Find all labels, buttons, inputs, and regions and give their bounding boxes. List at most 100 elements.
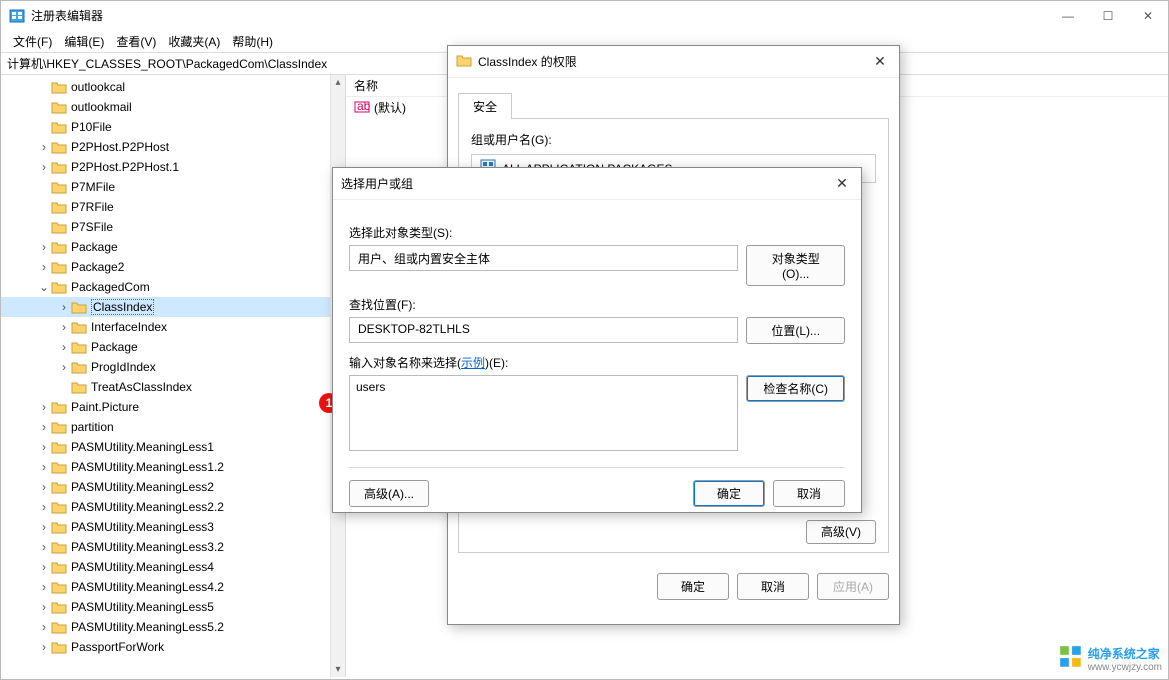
folder-icon [456, 52, 472, 71]
expand-icon[interactable]: › [37, 420, 51, 434]
tree-item-p2phost-p2phost[interactable]: › P2PHost.P2PHost [1, 137, 345, 157]
folder-icon [51, 139, 67, 155]
expand-icon[interactable]: › [37, 500, 51, 514]
check-names-button[interactable]: 检查名称(C) [746, 375, 845, 402]
locations-button[interactable]: 位置(L)... [746, 317, 845, 344]
menu-file[interactable]: 文件(F) [7, 31, 58, 52]
tree-item-package2[interactable]: › Package2 [1, 257, 345, 277]
tab-security[interactable]: 安全 [458, 93, 512, 119]
close-button[interactable]: ✕ [1128, 1, 1168, 30]
tree-item-paint-picture[interactable]: ›Paint.Picture [1, 397, 345, 417]
expand-icon[interactable]: › [37, 480, 51, 494]
expand-icon[interactable]: › [37, 580, 51, 594]
tree-item-label: ProgIdIndex [91, 360, 156, 374]
tree-item-p2phost-p2phost-1[interactable]: › P2PHost.P2PHost.1 [1, 157, 345, 177]
maximize-button[interactable]: ☐ [1088, 1, 1128, 30]
tree-item-label: PASMUtility.MeaningLess4 [71, 560, 214, 574]
tree-item-treatasclassindex[interactable]: TreatAsClassIndex [1, 377, 345, 397]
expand-icon[interactable]: › [37, 160, 51, 174]
location-label: 查找位置(F): [349, 296, 845, 313]
object-type-label: 选择此对象类型(S): [349, 224, 845, 241]
expand-icon[interactable]: › [37, 240, 51, 254]
tree-item-partition[interactable]: ›partition [1, 417, 345, 437]
folder-icon [51, 259, 67, 275]
expand-icon[interactable]: › [37, 440, 51, 454]
expand-icon[interactable]: › [57, 360, 71, 374]
tree-item-p10file[interactable]: P10File [1, 117, 345, 137]
tree-item-outlookmail[interactable]: outlookmail [1, 97, 345, 117]
tree-item-label: P2PHost.P2PHost.1 [71, 160, 179, 174]
tree-item-label: P2PHost.P2PHost [71, 140, 169, 154]
tree-item-packagedcom[interactable]: ⌄ PackagedCom [1, 277, 345, 297]
select-advanced-button[interactable]: 高级(A)... [349, 480, 429, 507]
tree-item-classindex[interactable]: › ClassIndex [1, 297, 345, 317]
tree-item-progidindex[interactable]: › ProgIdIndex [1, 357, 345, 377]
select-cancel-button[interactable]: 取消 [773, 480, 845, 507]
tree-item-pasmutility-meaningless4-2[interactable]: ›PASMUtility.MeaningLess4.2 [1, 577, 345, 597]
expand-icon[interactable]: › [37, 140, 51, 154]
tree-item-p7rfile[interactable]: P7RFile [1, 197, 345, 217]
folder-icon [51, 579, 67, 595]
tree-item-label: PASMUtility.MeaningLess2.2 [71, 500, 224, 514]
tree-item-package[interactable]: › Package [1, 337, 345, 357]
tree-item-p7sfile[interactable]: P7SFile [1, 217, 345, 237]
tree-item-pasmutility-meaningless3[interactable]: ›PASMUtility.MeaningLess3 [1, 517, 345, 537]
folder-icon [51, 279, 67, 295]
expand-icon[interactable]: ⌄ [37, 280, 51, 294]
menu-view[interactable]: 查看(V) [110, 31, 162, 52]
expand-icon[interactable]: › [37, 540, 51, 554]
expand-icon[interactable]: › [37, 620, 51, 634]
tree-item-label: PASMUtility.MeaningLess1 [71, 440, 214, 454]
tree-item-label: PackagedCom [71, 280, 150, 294]
minimize-button[interactable]: — [1048, 1, 1088, 30]
tree-item-p7mfile[interactable]: P7MFile [1, 177, 345, 197]
tree-item-pasmutility-meaningless5-2[interactable]: ›PASMUtility.MeaningLess5.2 [1, 617, 345, 637]
tree-item-package[interactable]: ›Package [1, 237, 345, 257]
expand-icon[interactable]: › [37, 260, 51, 274]
example-link[interactable]: 示例 [461, 356, 485, 370]
expand-icon[interactable]: › [37, 600, 51, 614]
tree-item-pasmutility-meaningless5[interactable]: ›PASMUtility.MeaningLess5 [1, 597, 345, 617]
tree-item-pasmutility-meaningless3-2[interactable]: ›PASMUtility.MeaningLess3.2 [1, 537, 345, 557]
object-names-input[interactable]: users [349, 375, 738, 451]
expand-icon[interactable]: › [57, 300, 71, 314]
folder-icon [51, 159, 67, 175]
tree-item-pasmutility-meaningless2[interactable]: ›PASMUtility.MeaningLess2 [1, 477, 345, 497]
menu-edit[interactable]: 编辑(E) [58, 31, 110, 52]
tree-item-label: ClassIndex [91, 299, 154, 315]
tree-item-label: PassportForWork [71, 640, 164, 654]
select-close-button[interactable]: ✕ [823, 168, 861, 199]
tree-item-label: TreatAsClassIndex [91, 380, 192, 394]
tree-item-pasmutility-meaningless4[interactable]: › PASMUtility.MeaningLess4 [1, 557, 345, 577]
tree-item-pasmutility-meaningless2-2[interactable]: › PASMUtility.MeaningLess2.2 [1, 497, 345, 517]
menu-help[interactable]: 帮助(H) [226, 31, 279, 52]
tree-item-label: Package2 [71, 260, 124, 274]
permissions-cancel-button[interactable]: 取消 [737, 573, 809, 600]
permissions-close-button[interactable]: ✕ [861, 46, 899, 77]
permissions-ok-button[interactable]: 确定 [657, 573, 729, 600]
tree-item-passportforwork[interactable]: › PassportForWork [1, 637, 345, 657]
permissions-advanced-button[interactable]: 高级(V) [806, 520, 876, 544]
expand-icon[interactable]: › [37, 640, 51, 654]
location-field: DESKTOP-82TLHLS [349, 317, 738, 343]
folder-icon [51, 619, 67, 635]
expand-icon[interactable]: › [37, 560, 51, 574]
tree-item-label: P7RFile [71, 200, 114, 214]
scroll-down-icon[interactable]: ▾ [335, 662, 340, 677]
menu-favorites[interactable]: 收藏夹(A) [162, 31, 226, 52]
expand-icon[interactable]: › [37, 400, 51, 414]
tree-item-interfaceindex[interactable]: ›InterfaceIndex [1, 317, 345, 337]
tree-item-outlookcal[interactable]: outlookcal [1, 77, 345, 97]
expand-icon[interactable]: › [37, 520, 51, 534]
select-ok-button[interactable]: 确定 [693, 480, 765, 507]
scroll-up-icon[interactable]: ▴ [335, 75, 340, 90]
tree-item-label: Package [91, 340, 138, 354]
expand-icon[interactable]: › [57, 320, 71, 334]
object-types-button[interactable]: 对象类型(O)... [746, 245, 845, 286]
expand-icon[interactable]: › [37, 460, 51, 474]
tree-item-pasmutility-meaningless1-2[interactable]: ›PASMUtility.MeaningLess1.2 [1, 457, 345, 477]
tree-item-pasmutility-meaningless1[interactable]: › PASMUtility.MeaningLess1 [1, 437, 345, 457]
select-dialog: 选择用户或组 ✕ 选择此对象类型(S): 用户、组或内置安全主体 对象类型(O)… [332, 167, 862, 513]
expand-icon[interactable]: › [57, 340, 71, 354]
tree-item-label: outlookmail [71, 100, 132, 114]
